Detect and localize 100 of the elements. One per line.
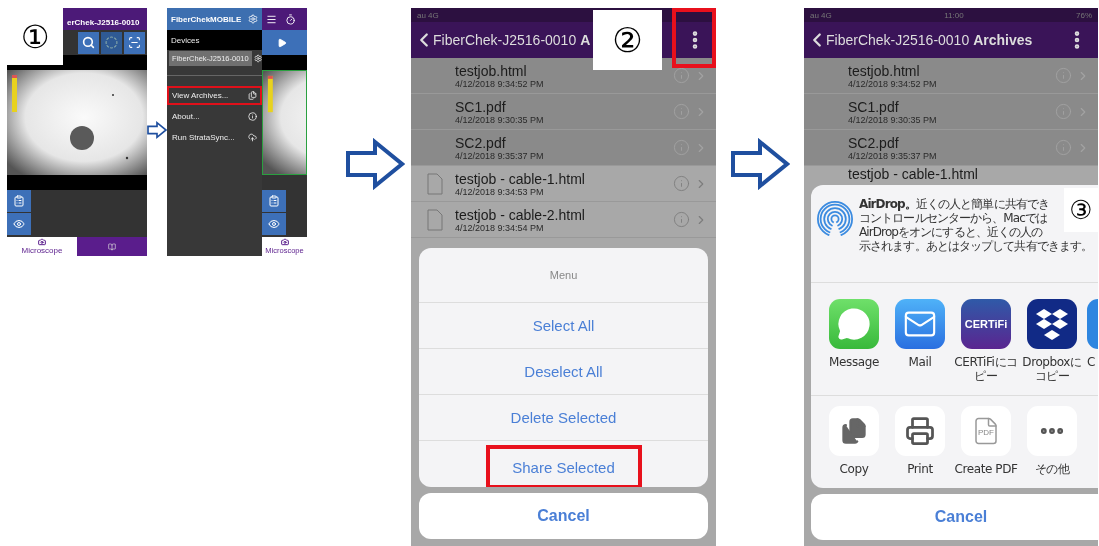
file-name: testjob - cable-1.html [455,170,586,187]
file-date: 4/12/2018 9:34:52 PM [455,78,545,89]
menu-item[interactable]: Share Selected [485,445,642,487]
carrier-text: au 4G [417,10,439,20]
action-label: Create PDF [953,462,1019,476]
app-label: Message [828,355,880,369]
device-title: erChek-J2516-0010 [67,18,140,27]
circle-icon [105,36,118,49]
camera-icon [280,238,289,246]
play-icon[interactable] [277,37,287,48]
scan-icon [128,36,141,49]
timer-icon[interactable] [285,13,296,25]
app-title: FiberChekMOBILE [171,14,242,24]
step-number: ③ [1064,188,1098,232]
app-label: Dropboxにコピー [1021,355,1083,383]
menu-icon[interactable] [266,13,277,25]
pdf-document-icon[interactable]: PDF [961,406,1011,456]
file-date: 4/12/2018 9:35:37 PM [455,150,545,161]
report-button[interactable] [7,190,31,212]
battery-text: 76% [1076,10,1092,20]
file-date: 4/12/2018 9:34:53 PM [455,186,545,197]
sheet-title: Menu [549,269,578,281]
clipboard-icon [268,195,280,207]
app-icon[interactable]: CERTiFi [961,299,1011,349]
tab[interactable] [77,237,147,256]
speech-bubble-app-icon[interactable] [829,299,879,349]
menu-item[interactable]: Deselect All [419,349,708,394]
carrier-text: au 4G [810,10,832,20]
app-label: Mail [907,355,933,369]
file-row[interactable]: SC2.pdf 4/12/2018 9:35:37 PM [804,130,1098,166]
drawer-menu-item[interactable]: About... [167,107,262,126]
copy-icon[interactable] [829,406,879,456]
step-number: ② [593,10,662,70]
clock-text: 11:00 [944,10,964,20]
airdrop-description-line: 示されます。あとはタップして共有できます。 [859,239,1093,253]
archive-icon [248,91,257,100]
file-date: 4/12/2018 9:30:35 PM [455,114,545,125]
document-icon [427,172,443,195]
file-row[interactable]: testjob.html 4/12/2018 9:34:52 PM [411,58,716,94]
airdrop-description-line: AirDropをオンにすると、近くの人の [859,225,1043,239]
screen-title: A [580,32,591,48]
eye-icon [13,218,25,230]
file-date: 4/12/2018 9:35:37 PM [848,150,938,161]
file-row[interactable]: SC2.pdf 4/12/2018 9:35:37 PM [411,130,716,166]
step-number: ① [7,8,63,65]
envelope-app-icon[interactable] [895,299,945,349]
file-name: testjob.html [455,62,528,79]
menu-item[interactable]: Select All [419,303,708,348]
viewer-margin [262,55,307,70]
file-name: SC2.pdf [455,134,507,151]
arrow-icon [345,138,405,190]
drawer-menu-item[interactable]: View Archives... [167,86,262,105]
action-label: その他 [1033,462,1071,476]
file-name: SC1.pdf [455,98,507,115]
menu-item[interactable]: Delete Selected [419,395,708,440]
file-row[interactable]: SC1.pdf 4/12/2018 9:30:35 PM [411,94,716,130]
app-label: CERTiFiにコピー [953,355,1019,383]
file-date: 4/12/2018 9:34:52 PM [848,78,938,89]
eye-icon [268,218,280,230]
box-app-icon[interactable] [1027,299,1077,349]
book-icon [108,242,116,251]
view-button[interactable] [262,213,286,235]
file-name: testjob - cable-2.html [455,206,586,223]
screen-title: Archives [973,32,1033,48]
view-button[interactable] [7,213,31,235]
file-row[interactable]: SC1.pdf 4/12/2018 9:30:35 PM [804,94,1098,130]
report-button[interactable] [262,190,286,212]
clipboard-icon [13,195,25,207]
info-icon [248,112,257,121]
section-label: Devices [171,35,200,45]
cancel-button[interactable]: Cancel [811,494,1098,540]
file-date: 4/12/2018 9:30:35 PM [848,114,938,125]
app-label: C [1087,355,1095,369]
cancel-button[interactable]: Cancel [419,493,708,539]
file-name: SC1.pdf [848,98,900,115]
settings-icon[interactable] [248,14,258,24]
search-icon [82,36,95,49]
search-button[interactable] [78,31,99,54]
arrow-icon [730,138,790,190]
action-label: Print [906,462,934,476]
scan-button[interactable] [124,31,145,54]
focus-button[interactable] [101,31,122,54]
more-icon[interactable] [1027,406,1077,456]
airdrop-description-line: コントロールセンターから、Macでは [859,211,1048,225]
tab[interactable]: Microscope [7,237,77,256]
action-label: Copy [838,462,870,476]
back-link[interactable]: FiberChek-J2516-0010 [433,32,577,48]
settings-icon[interactable] [253,54,262,63]
cloud-upload-icon [248,133,257,142]
drawer-menu-item[interactable]: Run StrataSync... [167,128,262,147]
file-name: SC2.pdf [848,134,900,151]
printer-icon[interactable] [895,406,945,456]
camera-icon [38,238,46,246]
document-icon [427,208,443,231]
arrow-icon [147,120,167,140]
file-name: testjob.html [848,62,921,79]
file-row[interactable]: testjob.html 4/12/2018 9:34:52 PM [804,58,1098,94]
airdrop-icon[interactable] [817,201,853,237]
back-link[interactable]: FiberChek-J2516-0010 [826,32,970,48]
file-name: testjob - cable-1.html [848,166,979,182]
